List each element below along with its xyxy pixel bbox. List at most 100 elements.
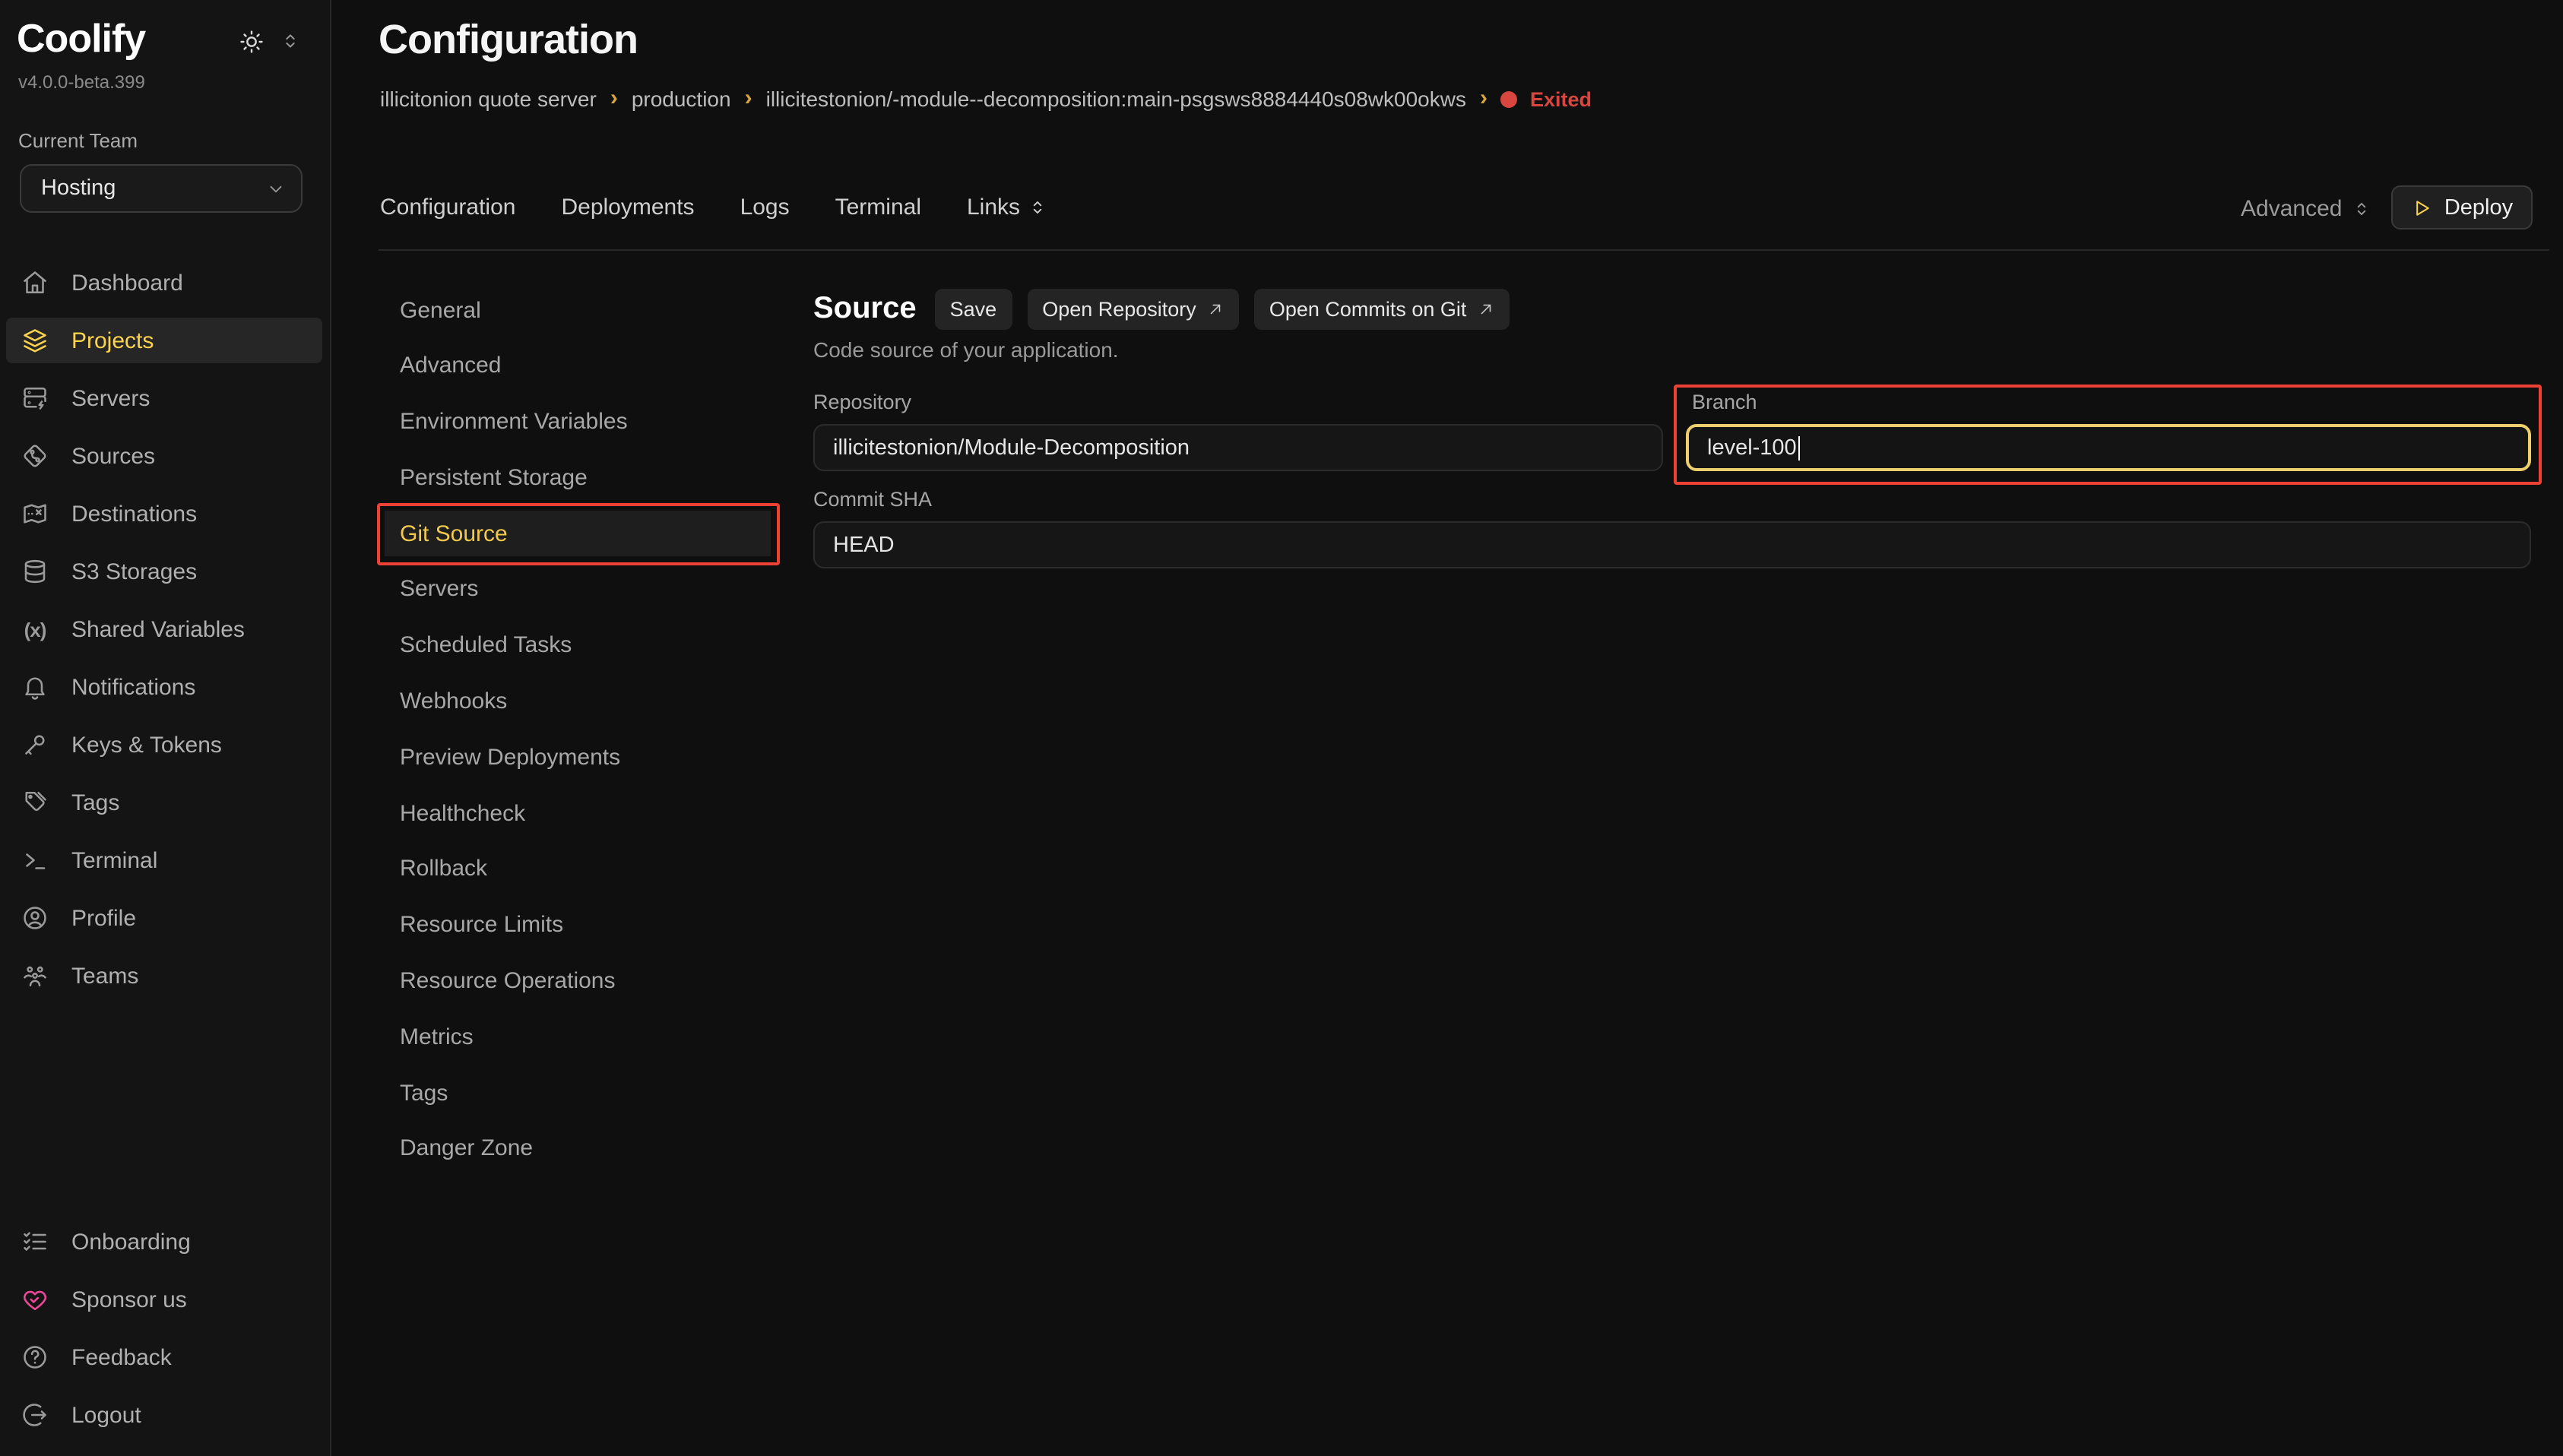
key-icon: [21, 731, 49, 758]
tab-configuration[interactable]: Configuration: [380, 195, 515, 220]
help-icon: [21, 1344, 49, 1371]
app-version: v4.0.0-beta.399: [18, 71, 145, 93]
subnav-item-resource-operations[interactable]: Resource Operations: [385, 958, 771, 1004]
text-cursor: [1798, 435, 1801, 460]
sidebar-item-sources[interactable]: Sources: [6, 433, 322, 479]
sidebar-item-label: Feedback: [71, 1344, 172, 1370]
sidebar-item-teams[interactable]: Teams: [6, 953, 322, 999]
bell-icon: [21, 673, 49, 701]
sidebar-footer-nav: Onboarding Sponsor us Feedback Logout: [0, 1219, 331, 1450]
checklist-icon: [21, 1228, 49, 1255]
tab-bar: Configuration Deployments Logs Terminal …: [380, 195, 1047, 220]
sidebar-nav: Dashboard Projects Servers Sources Desti…: [0, 260, 331, 1011]
sidebar-item-label: Teams: [71, 963, 138, 989]
sidebar-item-onboarding[interactable]: Onboarding: [6, 1219, 322, 1265]
tab-logs[interactable]: Logs: [740, 195, 790, 220]
current-team-label: Current Team: [18, 129, 138, 152]
sidebar-item-destinations[interactable]: Destinations: [6, 491, 322, 537]
map-icon: [21, 500, 49, 527]
sidebar-item-terminal[interactable]: Terminal: [6, 837, 322, 883]
sidebar-item-label: S3 Storages: [71, 559, 197, 584]
tab-deployments[interactable]: Deployments: [561, 195, 694, 220]
sidebar-item-label: Servers: [71, 385, 150, 411]
tab-terminal[interactable]: Terminal: [835, 195, 921, 220]
subnav-item-general[interactable]: General: [385, 287, 771, 333]
save-button[interactable]: Save: [935, 289, 1012, 330]
theme-sun-icon[interactable]: [239, 29, 265, 55]
chevrons-up-down-icon: [2351, 199, 2371, 219]
subnav-item-metrics[interactable]: Metrics: [385, 1014, 771, 1060]
sidebar-item-label: Sponsor us: [71, 1287, 187, 1312]
subnav-item-tags[interactable]: Tags: [385, 1070, 771, 1116]
branch-label: Branch: [1692, 391, 1757, 413]
sidebar-item-label: Destinations: [71, 501, 197, 527]
subnav-item-scheduled-tasks[interactable]: Scheduled Tasks: [385, 623, 771, 669]
subnav-item-resource-limits[interactable]: Resource Limits: [385, 903, 771, 948]
chevron-right-icon: ›: [1480, 84, 1487, 110]
external-link-icon: [1477, 301, 1494, 318]
repository-label: Repository: [813, 391, 911, 413]
breadcrumb-application[interactable]: illicitestonion/-module--decomposition:m…: [766, 87, 1466, 111]
sidebar-item-servers[interactable]: Servers: [6, 375, 322, 421]
subnav-item-environment-variables[interactable]: Environment Variables: [385, 399, 771, 445]
sidebar: Coolify v4.0.0-beta.399 Current Team Hos…: [0, 0, 331, 1456]
play-icon: [2411, 197, 2432, 218]
breadcrumb-project[interactable]: illicitonion quote server: [380, 87, 597, 111]
chevron-right-icon: ›: [745, 84, 752, 110]
source-header: Source Save Open Repository Open Commits…: [813, 289, 1509, 330]
chevrons-up-down-icon: [1028, 198, 1047, 217]
sidebar-item-keys-tokens[interactable]: Keys & Tokens: [6, 722, 322, 768]
sidebar-item-notifications[interactable]: Notifications: [6, 664, 322, 710]
tag-icon: [21, 789, 49, 816]
sidebar-item-label: Notifications: [71, 674, 195, 700]
team-select[interactable]: Hosting: [20, 164, 303, 213]
logout-icon: [21, 1401, 49, 1429]
sidebar-item-tags[interactable]: Tags: [6, 780, 322, 825]
sidebar-item-dashboard[interactable]: Dashboard: [6, 260, 322, 305]
app-logo: Coolify: [17, 15, 145, 62]
git-source-icon: [21, 442, 49, 470]
sidebar-item-label: Dashboard: [71, 270, 183, 296]
sidebar-item-label: Tags: [71, 790, 119, 815]
subnav-item-preview-deployments[interactable]: Preview Deployments: [385, 735, 771, 780]
main-content: Configuration illicitonion quote server …: [331, 0, 2563, 1456]
open-commits-button[interactable]: Open Commits on Git: [1254, 289, 1510, 330]
subnav-item-advanced[interactable]: Advanced: [385, 343, 771, 389]
sidebar-item-shared-variables[interactable]: (x) Shared Variables: [6, 606, 322, 652]
sidebar-item-projects[interactable]: Projects: [6, 318, 322, 363]
home-icon: [21, 269, 49, 296]
repository-input[interactable]: illicitestonion/Module-Decomposition: [813, 424, 1663, 471]
subnav-item-rollback[interactable]: Rollback: [385, 847, 771, 892]
page-title: Configuration: [379, 17, 638, 64]
breadcrumb: illicitonion quote server › production ›…: [380, 87, 1592, 111]
deploy-button[interactable]: Deploy: [2391, 185, 2533, 229]
subnav-item-webhooks[interactable]: Webhooks: [385, 679, 771, 724]
sidebar-item-label: Profile: [71, 905, 136, 931]
subnav-item-danger-zone[interactable]: Danger Zone: [385, 1126, 771, 1172]
branch-input[interactable]: level-100: [1686, 424, 2531, 471]
sidebar-item-label: Sources: [71, 443, 155, 469]
sidebar-item-label: Onboarding: [71, 1229, 191, 1255]
commit-sha-label: Commit SHA: [813, 488, 932, 511]
breadcrumb-environment[interactable]: production: [632, 87, 731, 111]
heart-icon: [21, 1286, 49, 1313]
chevrons-up-down-icon[interactable]: [280, 30, 301, 52]
app-window: Coolify v4.0.0-beta.399 Current Team Hos…: [0, 0, 2563, 1456]
commit-sha-input[interactable]: HEAD: [813, 521, 2531, 568]
sidebar-item-sponsor[interactable]: Sponsor us: [6, 1277, 322, 1322]
tab-links[interactable]: Links: [967, 195, 1047, 220]
open-repository-button[interactable]: Open Repository: [1027, 289, 1239, 330]
variable-icon: (x): [21, 616, 49, 643]
sidebar-item-profile[interactable]: Profile: [6, 895, 322, 941]
subnav-item-servers[interactable]: Servers: [385, 567, 771, 612]
chevron-down-icon: [266, 179, 286, 198]
sidebar-item-feedback[interactable]: Feedback: [6, 1334, 322, 1380]
sidebar-item-label: Logout: [71, 1402, 141, 1428]
sidebar-item-logout[interactable]: Logout: [6, 1392, 322, 1438]
advanced-dropdown[interactable]: Advanced: [2241, 196, 2371, 222]
sidebar-item-s3-storages[interactable]: S3 Storages: [6, 549, 322, 594]
layers-icon: [21, 327, 49, 354]
subnav-item-healthcheck[interactable]: Healthcheck: [385, 790, 771, 836]
subnav-item-persistent-storage[interactable]: Persistent Storage: [385, 455, 771, 501]
subnav-item-git-source[interactable]: Git Source: [385, 511, 771, 556]
